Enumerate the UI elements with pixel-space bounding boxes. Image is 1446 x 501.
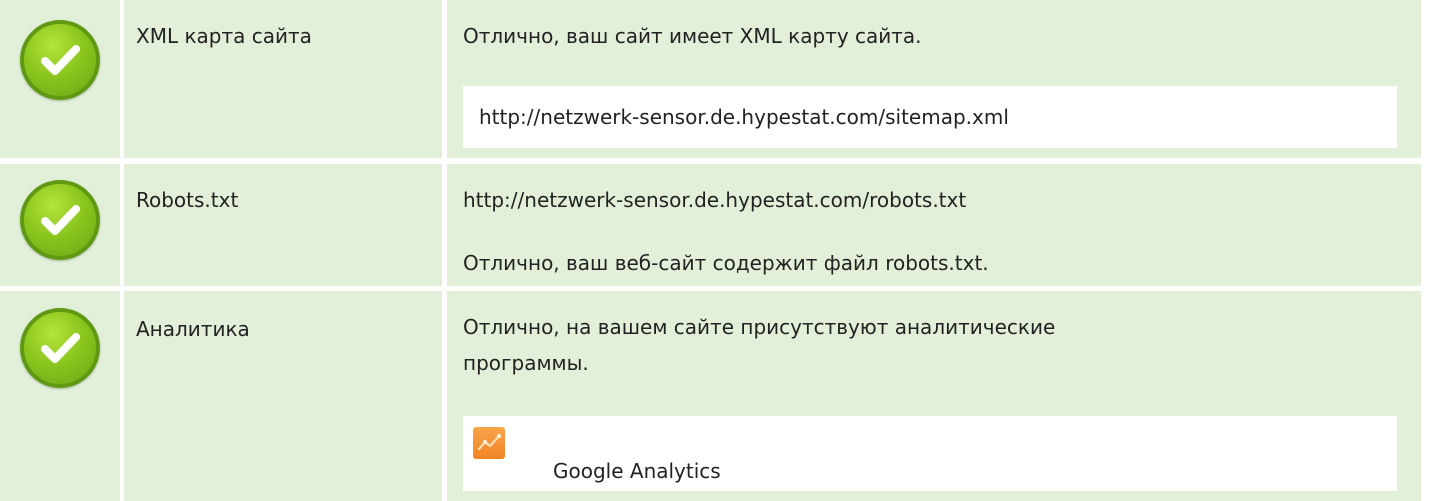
analytics-tool-box: Google Analytics [463,416,1397,491]
table-row-name-cell: Robots.txt [124,164,442,286]
analytics-message-line-1: Отлично, на вашем сайте присутствуют ана… [463,315,1056,339]
sitemap-url[interactable]: http://netzwerk-sensor.de.hypestat.com/s… [479,104,1009,130]
table-row-name-cell: Аналитика [124,291,442,501]
table-row-result-cell: Отлично, ваш сайт имеет XML карту сайта.… [447,0,1421,158]
robots-url[interactable]: http://netzwerk-sensor.de.hypestat.com/r… [463,182,1263,218]
check-name-robots: Robots.txt [136,188,239,212]
sitemap-url-box: http://netzwerk-sensor.de.hypestat.com/s… [463,86,1397,148]
check-icon [20,20,100,100]
seo-checks-table: XML карта сайта Отлично, ваш сайт имеет … [0,0,1446,501]
table-row-result-cell: Отлично, на вашем сайте присутствуют ана… [447,291,1421,501]
google-analytics-icon [473,427,505,459]
analytics-message-line-2: программы. [463,351,589,375]
check-icon [20,308,100,388]
sitemap-message: Отлично, ваш сайт имеет XML карту сайта. [463,24,922,48]
robots-message: Отлично, ваш веб-сайт содержит файл robo… [463,251,989,275]
check-name-sitemap: XML карта сайта [136,24,312,48]
analytics-tool-name: Google Analytics [553,459,721,483]
table-row-result-cell: http://netzwerk-sensor.de.hypestat.com/r… [447,164,1421,286]
table-row-status-cell [0,0,120,158]
table-row-name-cell: XML карта сайта [124,0,442,158]
check-name-analytics: Аналитика [136,317,250,341]
table-row-status-cell [0,164,120,286]
table-row-status-cell [0,291,120,501]
check-icon [20,180,100,260]
